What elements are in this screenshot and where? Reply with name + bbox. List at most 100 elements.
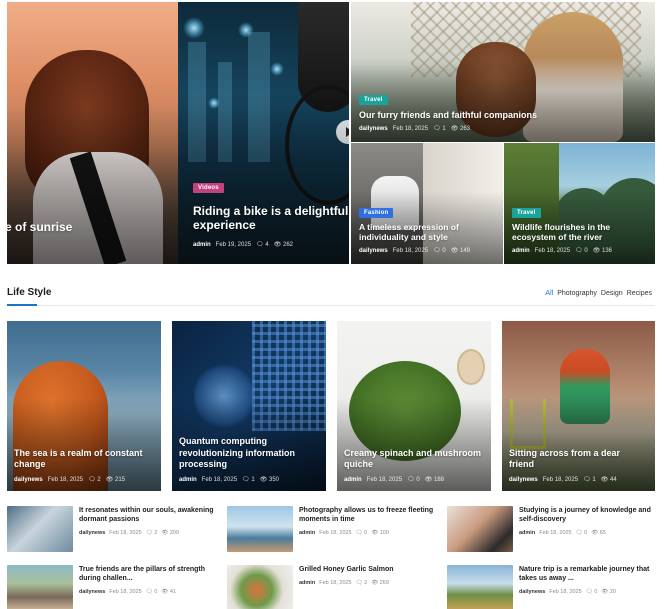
date: Feb 18, 2025: [392, 125, 429, 132]
comment-count: 🗨 4: [256, 242, 269, 248]
author[interactable]: dailynews: [79, 530, 105, 536]
category-badge[interactable]: Travel: [359, 95, 388, 105]
card-title[interactable]: Creamy spinach and mushroom quiche: [344, 448, 483, 471]
list-item[interactable]: Studying is a journey of knowledge and s…: [447, 506, 665, 552]
view-count: 👁 269: [371, 580, 389, 586]
list-item[interactable]: Nature trip is a remarkable journey that…: [447, 565, 665, 609]
eye-icon: 👁: [371, 580, 379, 586]
author[interactable]: admin: [179, 477, 197, 483]
comment-count: 🗨 0: [575, 248, 588, 254]
author[interactable]: admin: [512, 248, 530, 254]
view-count: 👁 188: [424, 477, 444, 483]
filter-tab-design[interactable]: Design: [601, 290, 623, 297]
card-title[interactable]: The sea is a realm of constant change: [14, 448, 153, 471]
list-item[interactable]: It resonates within our souls, awakening…: [7, 506, 225, 552]
eye-icon: 👁: [601, 589, 609, 595]
lifestyle-card[interactable]: Quantum computing revolutionizing inform…: [172, 321, 326, 491]
card-title[interactable]: Quantum computing revolutionizing inform…: [179, 436, 318, 471]
list-item-thumbnail[interactable]: [227, 506, 293, 552]
author[interactable]: admin: [299, 580, 315, 586]
comment-count: 🗨 0: [575, 530, 588, 536]
post-meta: admin Feb 18, 2025 🗨 2 👁 269: [299, 580, 389, 586]
date: Feb 19, 2025: [215, 241, 252, 248]
hero-title[interactable]: Wildlife flourishes in the ecosystem of …: [512, 222, 652, 242]
date: Feb 18, 2025: [47, 476, 84, 483]
comment-count: 🗨 0: [145, 589, 158, 595]
comment-icon: 🗨: [433, 248, 441, 254]
view-count: 👁 20: [601, 589, 616, 595]
date: Feb 18, 2025: [549, 589, 582, 595]
category-badge[interactable]: Travel: [512, 208, 541, 218]
hero-tile-sunrise[interactable]: e of sunrise: [7, 2, 178, 264]
list-item-thumbnail[interactable]: [447, 565, 513, 609]
filter-tab-all[interactable]: All: [545, 290, 553, 297]
comment-icon: 🗨: [585, 589, 593, 595]
date: Feb 18, 2025: [542, 476, 579, 483]
list-item-thumbnail[interactable]: [227, 565, 293, 609]
author[interactable]: dailynews: [509, 477, 538, 483]
date: Feb 18, 2025: [109, 589, 142, 595]
section-title: Life Style: [7, 287, 52, 298]
post-meta: dailynews Feb 18, 2025 🗨 1 👁 44: [509, 476, 617, 484]
author[interactable]: admin: [193, 242, 211, 248]
comment-icon: 🗨: [88, 477, 96, 483]
comment-icon: 🗨: [256, 242, 264, 248]
comment-count: 🗨 0: [433, 248, 446, 254]
hero-title[interactable]: e of sunrise: [7, 220, 72, 234]
author[interactable]: dailynews: [14, 477, 43, 483]
list-item-title[interactable]: Photography allows us to freeze fleeting…: [299, 506, 445, 525]
lifestyle-card[interactable]: Creamy spinach and mushroom quiche admin…: [337, 321, 491, 491]
eye-icon: 👁: [273, 242, 282, 248]
eye-icon: 👁: [591, 530, 599, 536]
date: Feb 18, 2025: [392, 247, 429, 254]
post-meta: admin Feb 18, 2025 🗨 0 👁 109: [299, 530, 389, 536]
filter-tab-recipes[interactable]: Recipes: [627, 290, 652, 297]
author[interactable]: admin: [344, 477, 362, 483]
lifestyle-card[interactable]: Sitting across from a dear friend dailyn…: [502, 321, 655, 491]
hero-tile-bike[interactable]: Videos Riding a bike is a delightful exp…: [178, 2, 349, 264]
eye-icon: 👁: [424, 477, 433, 483]
author[interactable]: admin: [519, 530, 535, 536]
hero-title[interactable]: Our furry friends and faithful companion…: [359, 110, 537, 121]
list-item-title[interactable]: Studying is a journey of knowledge and s…: [519, 506, 665, 525]
view-count: 👁 263: [450, 126, 471, 132]
list-item-title[interactable]: Grilled Honey Garlic Salmon: [299, 565, 445, 574]
comment-icon: 🗨: [145, 589, 153, 595]
list-item[interactable]: Grilled Honey Garlic Salmon admin Feb 18…: [227, 565, 445, 609]
list-item-title[interactable]: It resonates within our souls, awakening…: [79, 506, 225, 525]
filter-tab-photography[interactable]: Photography: [557, 290, 597, 297]
view-count: 👁 262: [273, 242, 293, 248]
hero-title[interactable]: Riding a bike is a delightful experience: [193, 204, 349, 233]
hero-tile-dog[interactable]: Travel Our furry friends and faithful co…: [351, 2, 655, 142]
list-item-thumbnail[interactable]: [7, 565, 73, 609]
list-item[interactable]: True friends are the pillars of strength…: [7, 565, 225, 609]
author[interactable]: dailynews: [519, 589, 545, 595]
author[interactable]: admin: [299, 530, 315, 536]
view-count: 👁 209: [161, 530, 179, 536]
author[interactable]: dailynews: [79, 589, 105, 595]
list-item[interactable]: Photography allows us to freeze fleeting…: [227, 506, 445, 552]
category-badge[interactable]: Videos: [193, 183, 224, 193]
comment-count: 🗨 2: [88, 477, 101, 483]
author[interactable]: dailynews: [359, 126, 388, 132]
list-item-thumbnail[interactable]: [447, 506, 513, 552]
lifestyle-card[interactable]: The sea is a realm of constant change da…: [7, 321, 161, 491]
hero-title[interactable]: A timeless expression of individuality a…: [359, 222, 499, 242]
comment-count: 🗨 1: [433, 126, 446, 132]
list-item-title[interactable]: True friends are the pillars of strength…: [79, 565, 225, 584]
author[interactable]: dailynews: [359, 248, 388, 254]
comment-count: 🗨 1: [242, 477, 255, 483]
view-count: 👁 109: [371, 530, 389, 536]
comment-count: 🗨 0: [407, 477, 420, 483]
hero-tile-fashion[interactable]: Fashion A timeless expression of individ…: [351, 143, 503, 264]
view-count: 👁 136: [592, 248, 612, 254]
category-badge[interactable]: Fashion: [359, 208, 394, 218]
hero-tile-wildlife[interactable]: Travel Wildlife flourishes in the ecosys…: [504, 143, 655, 264]
comment-count: 🗨 2: [145, 530, 158, 536]
comment-count: 🗨 1: [583, 477, 596, 483]
post-meta: admin Feb 18, 2025 🗨 0 👁 188: [344, 476, 444, 484]
card-title[interactable]: Sitting across from a dear friend: [509, 448, 647, 471]
list-item-thumbnail[interactable]: [7, 506, 73, 552]
view-count: 👁 149: [450, 248, 471, 254]
list-item-title[interactable]: Nature trip is a remarkable journey that…: [519, 565, 665, 584]
